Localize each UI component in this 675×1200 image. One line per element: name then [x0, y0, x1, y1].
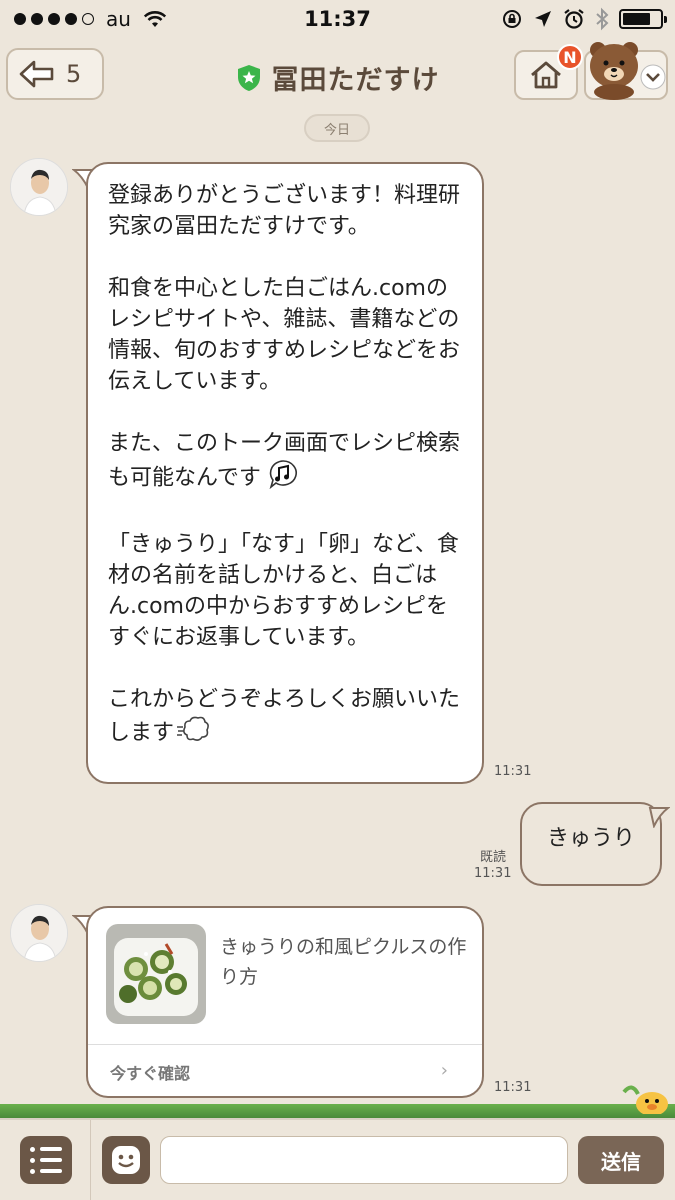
message-bubble-welcome[interactable]: 登録ありがとうございます！料理研究家の冨田ただすけです。 和食を中心とした白ごは… — [86, 162, 484, 784]
orientation-lock-icon — [503, 10, 521, 28]
emoji-face-icon — [112, 1146, 140, 1174]
recipe-card[interactable]: きゅうりの和風ピクルスの作り方 今すぐ確認 › — [86, 906, 484, 1098]
message-time: 11:31 — [494, 1080, 532, 1095]
person-avatar-icon — [11, 159, 67, 215]
home-icon — [531, 61, 561, 89]
list-menu-button[interactable] — [20, 1136, 72, 1184]
alarm-icon — [564, 9, 584, 29]
message-text-continued: 「きゅうり」「なす」「卵」など、食材の名前を話しかけると、白ごはん.comの中か… — [108, 532, 461, 746]
emoji-button[interactable] — [102, 1136, 150, 1184]
music-note-icon — [268, 459, 298, 498]
location-icon — [535, 11, 551, 27]
message-input-bar: 送信 — [0, 1118, 675, 1200]
bluetooth-icon — [596, 7, 609, 31]
date-separator: 今日 — [304, 114, 370, 142]
notification-badge: N — [557, 44, 583, 70]
pickles-photo-icon — [106, 924, 206, 1024]
send-button[interactable]: 送信 — [578, 1136, 664, 1184]
input-divider — [90, 1120, 91, 1200]
read-status: 既読 — [480, 850, 507, 865]
recipe-thumbnail[interactable] — [106, 924, 206, 1024]
puff-icon — [176, 715, 210, 752]
avatar[interactable] — [10, 158, 68, 216]
recipe-title: きゅうりの和風ピクルスの作り方 — [220, 936, 467, 988]
list-icon — [30, 1146, 72, 1152]
bear-avatar-icon — [590, 42, 638, 100]
card-divider — [88, 1044, 482, 1045]
battery-icon — [619, 9, 667, 29]
card-action-link[interactable]: 今すぐ確認 — [110, 1060, 190, 1084]
message-time: 11:31 — [474, 866, 512, 881]
status-bar: au 11:37 — [0, 0, 675, 38]
chevron-down-icon — [640, 64, 666, 90]
sally-bird-icon — [622, 1085, 668, 1114]
message-time: 11:31 — [494, 764, 532, 779]
menu-button[interactable] — [584, 42, 668, 100]
chat-title: 冨田ただすけ — [271, 65, 440, 96]
message-input[interactable] — [160, 1136, 568, 1184]
chat-header: 5 冨田ただすけ N — [0, 38, 675, 114]
person-avatar-icon — [11, 905, 67, 961]
message-bubble-outgoing[interactable]: きゅうり — [520, 802, 662, 886]
avatar[interactable] — [10, 904, 68, 962]
message-text: きゅうり — [546, 826, 635, 851]
chevron-right-icon: › — [440, 1060, 448, 1081]
grass-decoration — [0, 1104, 675, 1118]
verified-shield-icon — [237, 64, 260, 91]
message-text: 登録ありがとうございます！料理研究家の冨田ただすけです。 和食を中心とした白ごは… — [108, 183, 461, 491]
bubble-tail — [648, 807, 670, 828]
